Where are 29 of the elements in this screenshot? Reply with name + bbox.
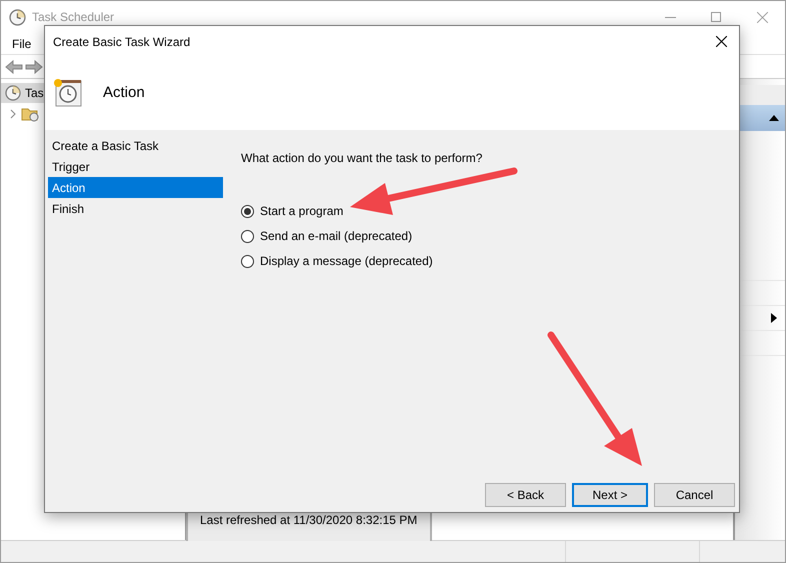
collapse-triangle-icon bbox=[769, 115, 779, 121]
back-arrow-icon[interactable] bbox=[5, 60, 23, 74]
folder-clock-icon bbox=[21, 106, 39, 122]
page-heading: Action bbox=[103, 83, 145, 104]
radio-option[interactable]: Send an e-mail (deprecated) bbox=[241, 228, 412, 244]
forward-arrow-icon[interactable] bbox=[25, 60, 43, 74]
submenu-triangle-icon bbox=[771, 313, 777, 323]
clock-icon bbox=[9, 8, 26, 26]
wizard-step[interactable]: Finish bbox=[48, 198, 223, 219]
close-icon bbox=[716, 36, 726, 47]
wizard-button[interactable]: Cancel bbox=[654, 483, 735, 507]
radio-option[interactable]: Display a message (deprecated) bbox=[241, 253, 433, 269]
clock-icon bbox=[5, 85, 21, 101]
question-text: What action do you want the task to perform? bbox=[241, 150, 484, 167]
window-title: Task Scheduler bbox=[32, 9, 114, 26]
menu-item[interactable]: File bbox=[9, 34, 34, 52]
wizard-step[interactable]: Action bbox=[48, 177, 223, 198]
radio-button[interactable] bbox=[241, 204, 254, 218]
wizard-step[interactable]: Create a Basic Task bbox=[48, 135, 223, 156]
wizard-step[interactable]: Trigger bbox=[48, 156, 223, 177]
radio-option[interactable]: Start a program bbox=[241, 203, 344, 219]
dialog-title: Create Basic Task Wizard bbox=[53, 34, 190, 50]
radio-button[interactable] bbox=[241, 254, 254, 268]
close-icon bbox=[756, 12, 768, 22]
expand-chevron-icon[interactable] bbox=[9, 109, 17, 119]
wizard-button[interactable]: < Back bbox=[485, 483, 566, 507]
radio-button[interactable] bbox=[241, 230, 254, 242]
refresh-note: Last refreshed at 11/30/2020 8:32:15 PM bbox=[200, 513, 418, 527]
wizard-button[interactable]: Next > bbox=[572, 483, 648, 507]
